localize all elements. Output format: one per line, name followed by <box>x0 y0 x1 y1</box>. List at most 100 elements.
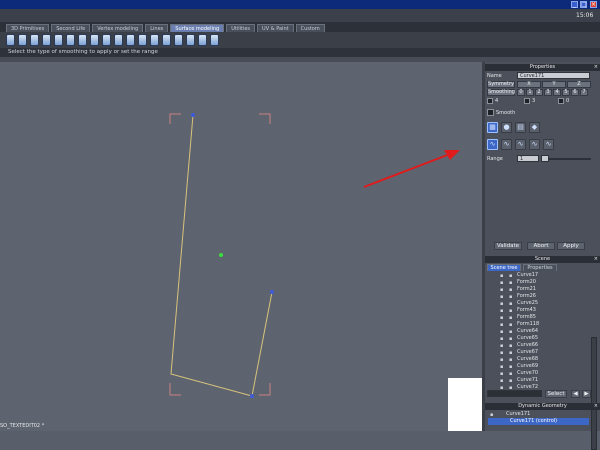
smoothing-level-6[interactable]: 6 <box>571 89 579 96</box>
range-input[interactable]: 1 <box>517 155 539 162</box>
symmetry-z-button[interactable]: Z <box>567 81 591 88</box>
scene-tree-item[interactable]: ▪ ▪ Curve17 <box>488 272 589 279</box>
dynamic-geometry-item-selected[interactable]: Curve171 (control) <box>488 418 589 425</box>
dynamic-geometry-item[interactable]: ▪ Curve171 <box>488 411 589 418</box>
tool-icon-9[interactable] <box>102 34 111 46</box>
smoothing-level-7[interactable]: 7 <box>580 89 588 96</box>
scene-tree-item-label: Curve66 <box>517 342 539 348</box>
tool-icon-13[interactable] <box>150 34 159 46</box>
smoothing-level-3[interactable]: 3 <box>544 89 552 96</box>
tab-surface-modeling[interactable]: Surface modeling <box>170 24 225 32</box>
tab-scene-properties[interactable]: Properties <box>523 264 557 271</box>
scene-scrollbar[interactable] <box>591 337 597 450</box>
close-icon[interactable]: × <box>594 256 598 263</box>
select-button[interactable]: Select <box>545 390 567 398</box>
apply-button[interactable]: Apply <box>557 242 585 250</box>
pivot-point[interactable] <box>219 253 223 257</box>
scene-tree-item[interactable]: ▪ ▪ Curve70 <box>488 370 589 377</box>
range-slider-track[interactable] <box>543 158 591 160</box>
maximize-button[interactable]: □ <box>580 1 587 8</box>
forward-arrow-icon[interactable]: ▶ <box>582 390 591 398</box>
tool-icon-2[interactable] <box>18 34 27 46</box>
tab-second-life[interactable]: Second Life <box>51 24 91 32</box>
edge-count-icon <box>524 98 530 104</box>
scene-title: Scene × <box>485 256 600 263</box>
tool-icon-14[interactable] <box>162 34 171 46</box>
hint-bar: Select the type of smoothing to apply or… <box>0 48 600 57</box>
curve-type-3-icon[interactable]: ∿ <box>515 139 526 150</box>
tab-uv-paint[interactable]: UV & Paint <box>257 24 294 32</box>
close-icon[interactable]: × <box>594 64 598 71</box>
tool-icon-17[interactable] <box>198 34 207 46</box>
scene-tree-item[interactable]: ▪ ▪ Curve68 <box>488 356 589 363</box>
smoothing-button[interactable]: Smoothing <box>487 89 515 96</box>
scene-tree-item[interactable]: ▪ ▪ Form85 <box>488 314 589 321</box>
curve-type-4-icon[interactable]: ∿ <box>529 139 540 150</box>
tool-icon-3[interactable] <box>30 34 39 46</box>
control-point[interactable] <box>250 394 254 398</box>
smoothing-level-4[interactable]: 4 <box>553 89 561 96</box>
close-icon[interactable]: × <box>594 403 598 410</box>
tool-icon-18[interactable] <box>210 34 219 46</box>
tool-icon-16[interactable] <box>186 34 195 46</box>
control-point[interactable] <box>191 113 195 117</box>
scene-tree-item[interactable]: ▪ ▪ Curve65 <box>488 335 589 342</box>
smooth-label: Smooth <box>496 110 516 116</box>
control-point[interactable] <box>270 290 274 294</box>
smoothing-level-5[interactable]: 5 <box>562 89 570 96</box>
symmetry-x-button[interactable]: X <box>517 81 541 88</box>
range-slider-handle[interactable] <box>541 155 549 162</box>
smooth-mode-points-icon[interactable]: ▦ <box>487 122 498 133</box>
curve-type-5-icon[interactable]: ∿ <box>543 139 554 150</box>
scene-tree-item[interactable]: ▪ ▪ Form20 <box>488 279 589 286</box>
tool-icon-7[interactable] <box>78 34 87 46</box>
curve-type-2-icon[interactable]: ∿ <box>501 139 512 150</box>
scene-tree-item[interactable]: ▪ ▪ Curve25 <box>488 300 589 307</box>
tool-icon-5[interactable] <box>54 34 63 46</box>
surface-toolbar <box>0 32 600 48</box>
minimize-button[interactable]: _ <box>571 1 578 8</box>
tool-icon-4[interactable] <box>42 34 51 46</box>
main-tabs: 3D Primitives Second Life Vertex modelin… <box>0 22 600 32</box>
scene-tree-item[interactable]: ▪ ▪ Curve64 <box>488 328 589 335</box>
3d-viewport[interactable] <box>0 62 482 431</box>
scene-tree-item-label: Curve68 <box>517 356 539 362</box>
tool-icon-12[interactable] <box>138 34 147 46</box>
scene-tree-item[interactable]: ▪ ▪ Form43 <box>488 307 589 314</box>
scene-tree-item[interactable]: ▪ ▪ Form26 <box>488 293 589 300</box>
smoothing-level-2[interactable]: 2 <box>535 89 543 96</box>
scene-filter-input[interactable] <box>487 390 542 397</box>
tab-vertex-modeling[interactable]: Vertex modeling <box>92 24 144 32</box>
smoothing-level-0[interactable]: 0 <box>517 89 525 96</box>
tool-icon-15[interactable] <box>174 34 183 46</box>
close-button[interactable]: × <box>590 1 597 8</box>
tab-scene-tree[interactable]: Scene tree <box>487 264 521 271</box>
smooth-mode-grid-icon[interactable]: ▤ <box>515 122 526 133</box>
smoothing-level-1[interactable]: 1 <box>526 89 534 96</box>
tab-custom[interactable]: Custom <box>295 24 325 32</box>
symmetry-button[interactable]: Symmetry <box>487 81 515 88</box>
name-field[interactable]: Curve171 <box>517 72 590 79</box>
tab-3d-primitives[interactable]: 3D Primitives <box>6 24 50 32</box>
viewport-canvas[interactable] <box>0 62 482 431</box>
tab-utilities[interactable]: Utilities <box>226 24 256 32</box>
validate-button[interactable]: Validate <box>494 242 522 250</box>
tool-icon-11[interactable] <box>126 34 135 46</box>
smooth-mode-diamond-icon[interactable]: ◆ <box>529 122 540 133</box>
abort-button[interactable]: Abort <box>527 242 555 250</box>
tool-icon-6[interactable] <box>66 34 75 46</box>
scene-tree-item[interactable]: ▪ ▪ Form21 <box>488 286 589 293</box>
tool-icon-1[interactable] <box>6 34 15 46</box>
tool-icon-8[interactable] <box>90 34 99 46</box>
scene-tree-item[interactable]: ▪ ▪ Curve67 <box>488 349 589 356</box>
tool-icon-10[interactable] <box>114 34 123 46</box>
scene-tree-item[interactable]: ▪ ▪ Form118 <box>488 321 589 328</box>
scene-tree-item[interactable]: ▪ ▪ Curve66 <box>488 342 589 349</box>
scene-tree-item[interactable]: ▪ ▪ Curve69 <box>488 363 589 370</box>
scene-tree-item[interactable]: ▪ ▪ Curve71 <box>488 377 589 384</box>
tab-lines[interactable]: Lines <box>145 24 169 32</box>
smooth-mode-sphere-icon[interactable]: ● <box>501 122 512 133</box>
curve-type-1-icon[interactable]: ∿ <box>487 139 498 150</box>
symmetry-y-button[interactable]: Y <box>542 81 566 88</box>
back-arrow-icon[interactable]: ◀ <box>571 390 580 398</box>
